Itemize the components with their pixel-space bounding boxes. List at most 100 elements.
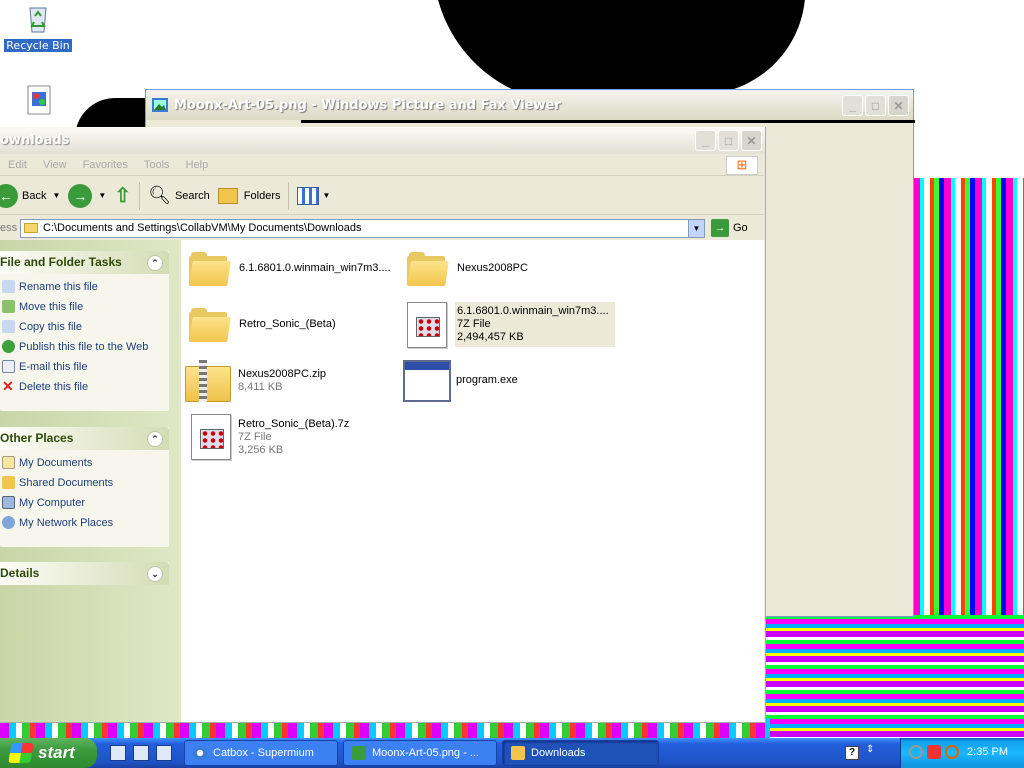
go-button[interactable]: → Go: [711, 219, 748, 237]
task-publish[interactable]: Publish this file to the Web: [0, 337, 169, 357]
place-label: My Documents: [19, 457, 93, 469]
go-label: Go: [733, 222, 748, 234]
separator: [139, 181, 141, 210]
chevron-down-icon: ▼: [52, 191, 61, 200]
folders-label: Folders: [243, 189, 281, 202]
picture-viewer-icon: [152, 98, 168, 112]
task-label: Move this file: [19, 301, 84, 313]
start-button[interactable]: start: [0, 738, 97, 768]
panel-header[interactable]: File and Folder Tasks ⌃: [0, 251, 169, 274]
quick-launch-icon[interactable]: [156, 745, 172, 761]
folder-icon: [217, 187, 238, 204]
menu-bar: Edit View Favorites Tools Help ⊞: [0, 154, 764, 176]
file-name: 6.1.6801.0.winmain_win7m3....: [239, 262, 391, 274]
folders-button[interactable]: Folders: [214, 181, 285, 211]
list-item[interactable]: Nexus2008PC: [407, 252, 528, 286]
search-button[interactable]: 🔍︎ Search: [144, 181, 214, 211]
title-bar[interactable]: ownloads _ □ ✕: [0, 127, 765, 154]
search-label: Search: [174, 189, 210, 202]
place-my-network[interactable]: My Network Places: [0, 513, 169, 533]
up-folder-button[interactable]: ⇧: [110, 181, 135, 211]
address-dropdown-button[interactable]: ▼: [688, 220, 704, 237]
windows-logo-icon: ⊞: [726, 156, 758, 175]
menu-tools[interactable]: Tools: [136, 159, 178, 171]
desktop-icon[interactable]: [3, 84, 73, 119]
7z-file-icon: [407, 302, 447, 348]
globe-icon: [2, 340, 15, 353]
tray-arrow-icon[interactable]: ⇕: [866, 744, 874, 755]
glitch-art: [766, 615, 1024, 738]
menu-view[interactable]: View: [35, 159, 75, 171]
tray-icon[interactable]: [945, 745, 959, 759]
panel-header[interactable]: Details ⌄: [0, 562, 169, 585]
taskbar-item-supermium[interactable]: Catbox - Supermium: [184, 740, 338, 766]
close-button[interactable]: ✕: [741, 130, 762, 151]
list-item[interactable]: Nexus2008PC.zip 8,411 KB: [185, 360, 326, 402]
window-controls: _ □ ✕: [842, 95, 909, 116]
help-icon[interactable]: ?: [845, 746, 859, 760]
title-bar[interactable]: Moonx-Art-05.png - Windows Picture and F…: [146, 90, 913, 120]
menu-help[interactable]: Help: [178, 159, 217, 171]
desktop-icon-label: Recycle Bin: [4, 39, 72, 52]
collapse-icon[interactable]: ⌃: [147, 431, 163, 447]
place-my-computer[interactable]: My Computer: [0, 493, 169, 513]
panel-title: Details: [0, 566, 40, 580]
task-label: Downloads: [531, 747, 586, 759]
task-rename[interactable]: Rename this file: [0, 277, 169, 297]
forward-arrow-icon: →: [68, 183, 93, 208]
close-button[interactable]: ✕: [888, 95, 909, 116]
place-shared-documents[interactable]: Shared Documents: [0, 473, 169, 493]
desktop-icon-recycle-bin[interactable]: Recycle Bin: [3, 2, 73, 52]
file-type: 7Z File: [457, 318, 491, 330]
taskbar: start Catbox - Supermium Moonx-Art-05.pn…: [0, 738, 1024, 768]
minimize-button[interactable]: _: [695, 130, 716, 151]
list-item[interactable]: program.exe: [403, 360, 518, 402]
task-email[interactable]: E-mail this file: [0, 357, 169, 377]
list-item-selected[interactable]: 6.1.6801.0.winmain_win7m3.... 7Z File 2,…: [407, 302, 615, 348]
list-item[interactable]: Retro_Sonic_(Beta): [189, 308, 336, 342]
maximize-button[interactable]: □: [865, 95, 886, 116]
taskbar-item-picture-viewer[interactable]: Moonx-Art-05.png - ...: [343, 740, 497, 766]
task-delete[interactable]: ✕ Delete this file: [0, 377, 169, 397]
tray-icon[interactable]: [927, 745, 941, 759]
views-button[interactable]: ▼: [293, 181, 334, 211]
place-label: My Network Places: [19, 517, 114, 529]
forward-button[interactable]: → ▼: [64, 181, 110, 211]
file-name: Nexus2008PC.zip: [238, 368, 327, 380]
maximize-button[interactable]: □: [718, 130, 739, 151]
up-arrow-icon: ⇧: [114, 185, 132, 207]
taskbar-item-downloads[interactable]: Downloads: [502, 740, 659, 766]
shared-folder-icon: [2, 476, 15, 489]
list-item[interactable]: Retro_Sonic_(Beta).7z 7Z File 3,256 KB: [191, 414, 349, 460]
quick-launch-icon[interactable]: [110, 745, 126, 761]
explorer-window[interactable]: ownloads _ □ ✕ Edit View Favorites Tools…: [0, 127, 766, 723]
quick-launch-icon[interactable]: [133, 745, 149, 761]
tray-icon[interactable]: [909, 745, 923, 759]
collapse-icon[interactable]: ⌃: [147, 255, 163, 271]
task-move[interactable]: Move this file: [0, 297, 169, 317]
menu-favorites[interactable]: Favorites: [75, 159, 136, 171]
list-item[interactable]: 6.1.6801.0.winmain_win7m3....: [189, 252, 391, 286]
image-edge: [301, 120, 915, 123]
panel-header[interactable]: Other Places ⌃: [0, 427, 169, 450]
views-icon: [297, 186, 320, 205]
task-label: Rename this file: [19, 281, 98, 293]
place-my-documents[interactable]: My Documents: [0, 453, 169, 473]
address-value: C:\Documents and Settings\CollabVM\My Do…: [43, 222, 362, 234]
file-size: 2,494,457 KB: [457, 331, 524, 343]
window-title: Moonx-Art-05.png - Windows Picture and F…: [174, 97, 561, 113]
expand-icon[interactable]: ⌄: [147, 566, 163, 582]
folder-icon: [189, 308, 231, 342]
file-name: Nexus2008PC: [457, 262, 528, 274]
delete-icon: ✕: [2, 378, 14, 394]
details-panel: Details ⌄: [0, 562, 169, 585]
task-copy[interactable]: Copy this file: [0, 317, 169, 337]
panel-title: File and Folder Tasks: [0, 255, 122, 269]
back-button[interactable]: ← Back ▼: [0, 181, 64, 211]
menu-edit[interactable]: Edit: [0, 159, 35, 171]
7z-file-icon: [191, 414, 231, 460]
address-input[interactable]: C:\Documents and Settings\CollabVM\My Do…: [20, 219, 705, 238]
task-label: Moonx-Art-05.png - ...: [372, 747, 479, 759]
minimize-button[interactable]: _: [842, 95, 863, 116]
task-label: Delete this file: [19, 381, 89, 393]
